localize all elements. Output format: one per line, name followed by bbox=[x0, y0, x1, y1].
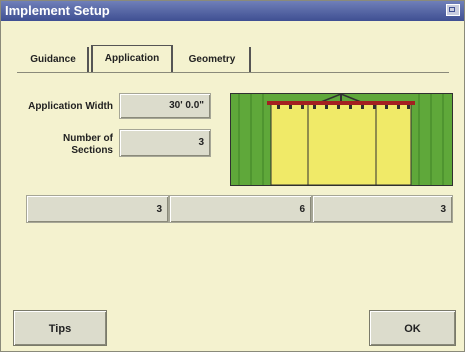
application-width-label: Application Width bbox=[28, 101, 113, 112]
section-1-width-field[interactable]: 3 bbox=[26, 195, 169, 223]
sections-label-line1: Number of bbox=[63, 133, 113, 144]
tips-button[interactable]: Tips bbox=[13, 310, 107, 346]
window-close-icon[interactable] bbox=[446, 4, 460, 16]
tab-guidance[interactable]: Guidance bbox=[19, 47, 89, 72]
implement-setup-window: Implement Setup Guidance Application Geo… bbox=[0, 0, 465, 352]
section-3-coverage bbox=[375, 103, 412, 185]
ok-button[interactable]: OK bbox=[369, 310, 456, 346]
implement-diagram bbox=[230, 93, 453, 186]
tab-application[interactable]: Application bbox=[91, 45, 173, 73]
tab-content-divider bbox=[17, 72, 449, 73]
section-2-width-field[interactable]: 6 bbox=[169, 195, 312, 223]
implement-boom bbox=[267, 101, 415, 105]
section-3-width-field[interactable]: 3 bbox=[312, 195, 453, 223]
section-2-coverage bbox=[307, 103, 377, 185]
sections-label: Number of Sections bbox=[41, 133, 113, 157]
sections-label-line2: Sections bbox=[71, 145, 113, 156]
tab-geometry[interactable]: Geometry bbox=[175, 47, 251, 72]
title-bar: Implement Setup bbox=[1, 1, 464, 21]
application-width-field[interactable]: 30' 0.0" bbox=[119, 93, 211, 119]
window-title: Implement Setup bbox=[5, 3, 110, 18]
implement-diagram-svg bbox=[231, 94, 452, 185]
section-1-coverage bbox=[270, 103, 309, 185]
number-of-sections-field[interactable]: 3 bbox=[119, 129, 211, 157]
